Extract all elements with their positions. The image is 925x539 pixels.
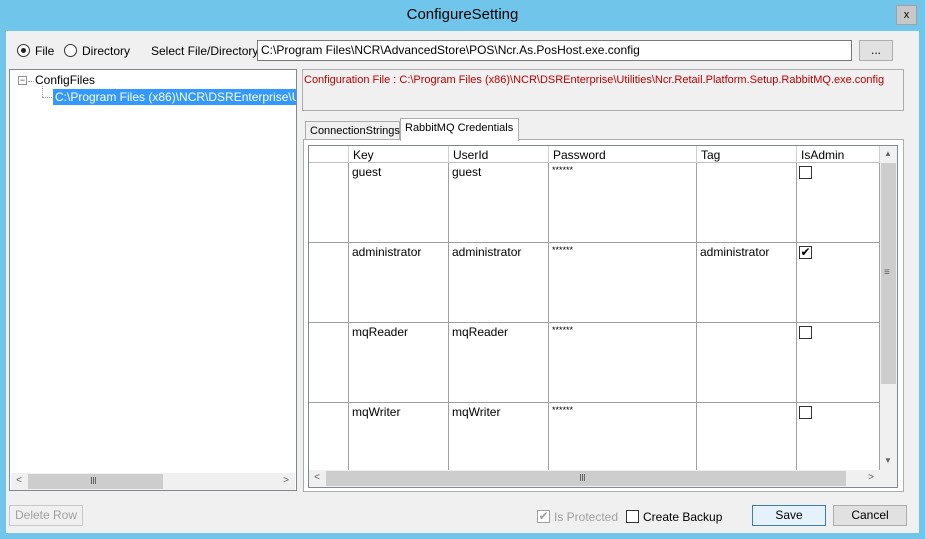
isadmin-checkbox[interactable] <box>799 166 812 179</box>
cell-tag[interactable] <box>697 403 797 471</box>
tree-root-configfiles[interactable]: ConfigFiles <box>35 73 95 87</box>
browse-button[interactable]: ... <box>859 40 893 61</box>
close-button[interactable]: x <box>896 5 917 25</box>
scroll-left-icon[interactable]: < <box>309 470 325 486</box>
scroll-right-icon[interactable]: > <box>863 470 879 486</box>
scroll-right-icon[interactable]: > <box>278 473 294 489</box>
cell-tag[interactable] <box>697 323 797 402</box>
cell-password[interactable]: ****** <box>549 323 697 402</box>
cell-userid[interactable]: administrator <box>449 243 549 322</box>
tab-content-panel: Key UserId Password Tag IsAdmin guest gu… <box>303 139 904 492</box>
row-header[interactable] <box>309 323 349 402</box>
cell-password[interactable]: ****** <box>549 243 697 322</box>
tab-rabbitmq-credentials[interactable]: RabbitMQ Credentials <box>400 118 519 141</box>
scroll-left-icon[interactable]: < <box>11 473 27 489</box>
create-backup-checkbox[interactable] <box>626 510 639 523</box>
scroll-grip-icon: ≡ <box>884 267 890 278</box>
cell-isadmin[interactable] <box>797 323 880 402</box>
save-button[interactable]: Save <box>752 505 826 526</box>
row-header[interactable] <box>309 403 349 471</box>
cell-userid[interactable]: mqReader <box>449 323 549 402</box>
cell-key[interactable]: mqWriter <box>349 403 449 471</box>
cell-isadmin[interactable]: ✔ <box>797 243 880 322</box>
file-radio-label: File <box>35 44 55 58</box>
isadmin-checkbox[interactable] <box>799 326 812 339</box>
isadmin-checkbox[interactable] <box>799 406 812 419</box>
cell-password[interactable]: ****** <box>549 403 697 471</box>
configuration-file-path-text: Configuration File : C:\Program Files (x… <box>304 74 885 86</box>
scroll-grip-icon: Ⅲ <box>90 476 97 487</box>
table-row[interactable]: administrator administrator ****** admin… <box>309 243 880 323</box>
credentials-grid: Key UserId Password Tag IsAdmin guest gu… <box>308 145 898 488</box>
tree-connector <box>42 97 52 98</box>
row-header-corner <box>309 146 349 163</box>
create-backup-label: Create Backup <box>643 510 723 524</box>
scroll-grip-icon: Ⅲ <box>579 473 586 484</box>
cancel-button[interactable]: Cancel <box>833 505 907 526</box>
cell-tag[interactable]: administrator <box>697 243 797 322</box>
cell-userid[interactable]: guest <box>449 163 549 242</box>
directory-radio-label: Directory <box>82 44 131 58</box>
config-files-tree: − ConfigFiles C:\Program Files (x86)\NCR… <box>9 69 297 491</box>
table-row[interactable]: mqReader mqReader ****** <box>309 323 880 403</box>
path-input[interactable]: C:\Program Files\NCR\AdvancedStore\POS\N… <box>257 40 852 61</box>
cell-tag[interactable] <box>697 163 797 242</box>
isadmin-checkbox-checked[interactable]: ✔ <box>799 246 812 259</box>
cell-isadmin[interactable] <box>797 403 880 471</box>
delete-row-button[interactable]: Delete Row <box>9 505 83 526</box>
tab-connection-strings[interactable]: ConnectionStrings <box>305 121 400 140</box>
configuration-file-info-box: Configuration File : C:\Program Files (x… <box>302 69 904 111</box>
grid-horizontal-scrollbar[interactable]: < Ⅲ > <box>309 470 897 487</box>
column-header-tag[interactable]: Tag <box>697 146 797 163</box>
column-header-isadmin[interactable]: IsAdmin <box>797 146 880 163</box>
tree-horizontal-scrollbar[interactable]: < Ⅲ > <box>11 473 295 490</box>
row-header[interactable] <box>309 243 349 322</box>
cell-key[interactable]: guest <box>349 163 449 242</box>
row-header[interactable] <box>309 163 349 242</box>
column-header-userid[interactable]: UserId <box>449 146 549 163</box>
dialog-client-area: File Directory Select File/Directory C:\… <box>6 31 919 533</box>
window-title: ConfigureSetting <box>406 6 519 23</box>
grid-horizontal-scroll-thumb[interactable] <box>326 471 846 486</box>
cell-key[interactable]: mqReader <box>349 323 449 402</box>
tree-connector <box>28 81 34 82</box>
directory-radio[interactable] <box>64 44 77 57</box>
cell-key[interactable]: administrator <box>349 243 449 322</box>
table-row[interactable]: guest guest ****** <box>309 163 880 243</box>
is-protected-label: Is Protected <box>554 510 619 524</box>
table-row[interactable]: mqWriter mqWriter ****** <box>309 403 880 471</box>
cell-isadmin[interactable] <box>797 163 880 242</box>
column-header-key[interactable]: Key <box>349 146 449 163</box>
file-radio[interactable] <box>17 44 30 57</box>
cell-userid[interactable]: mqWriter <box>449 403 549 471</box>
cell-password[interactable]: ****** <box>549 163 697 242</box>
scroll-down-icon[interactable]: ▼ <box>880 453 896 469</box>
tree-connector <box>42 86 43 97</box>
column-header-password[interactable]: Password <box>549 146 697 163</box>
tree-item-config-file[interactable]: C:\Program Files (x86)\NCR\DSREnterprise… <box>53 89 296 105</box>
grid-vertical-scrollbar[interactable]: ▲ ≡ ▼ <box>880 146 897 470</box>
select-file-directory-label: Select File/Directory <box>151 44 259 58</box>
configure-setting-window: ConfigureSetting x File Directory Select… <box>0 0 925 539</box>
grid-header: Key UserId Password Tag IsAdmin <box>309 146 880 163</box>
collapse-icon[interactable]: − <box>18 76 27 85</box>
scroll-up-icon[interactable]: ▲ <box>880 146 896 162</box>
title-bar: ConfigureSetting x <box>0 0 925 30</box>
is-protected-checkbox[interactable]: ✔ <box>537 510 550 523</box>
